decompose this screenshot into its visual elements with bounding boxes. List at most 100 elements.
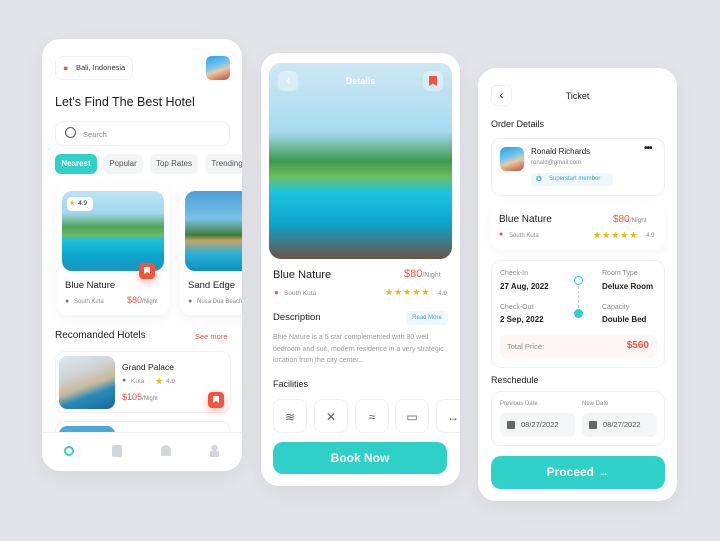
wifi-icon[interactable]: ≋ bbox=[273, 399, 307, 433]
bell-icon[interactable] bbox=[161, 445, 171, 456]
timeline-line bbox=[578, 286, 579, 308]
chip-popular[interactable]: Popular bbox=[103, 154, 143, 174]
bookmark-icon bbox=[429, 76, 437, 86]
total-price: $560 bbox=[626, 340, 649, 351]
star-icon: ★ bbox=[69, 200, 77, 207]
restaurant-icon[interactable]: ✕ bbox=[314, 399, 348, 433]
total-label: Total Price: bbox=[507, 342, 545, 351]
chip-trending[interactable]: Trending bbox=[205, 154, 242, 174]
arrow-right-icon: → bbox=[597, 465, 610, 479]
award-icon: ✪ bbox=[536, 176, 542, 183]
star-icon: ★ bbox=[155, 376, 165, 386]
home-screen: ● Bali, Indonesia Let's Find The Best Ho… bbox=[42, 39, 242, 471]
bookings-icon[interactable] bbox=[112, 445, 122, 457]
hotel-name: Sand Edge bbox=[188, 280, 236, 291]
pin-icon: ● bbox=[65, 298, 70, 305]
page-title: Let's Find The Best Hotel bbox=[55, 95, 195, 109]
room-type: Deluxe Room bbox=[602, 282, 654, 291]
explore-icon[interactable] bbox=[64, 446, 74, 456]
location-pin-icon: ● bbox=[63, 63, 69, 73]
order-details-title: Order Details bbox=[491, 119, 545, 129]
location-text: Bali, Indonesia bbox=[76, 63, 126, 72]
hotel-location: South Kuta bbox=[74, 299, 104, 305]
details-screen: ‹ Details Blue Nature $80/Night ● South … bbox=[261, 53, 460, 486]
pool-icon[interactable]: ≈ bbox=[355, 399, 389, 433]
user-card: Ronald Richards ronald@gmail.com ✪ Super… bbox=[491, 138, 665, 196]
reschedule-title: Reschedule bbox=[491, 375, 539, 385]
gym-icon[interactable]: ↔ bbox=[436, 399, 460, 433]
hotel-price: $105/Night bbox=[122, 392, 158, 402]
see-more-link[interactable]: See more bbox=[195, 332, 228, 341]
new-date-input[interactable]: 08/27/2022 bbox=[582, 413, 657, 437]
profile-icon[interactable] bbox=[210, 445, 219, 457]
air-conditioner-icon[interactable]: ▭ bbox=[395, 399, 429, 433]
book-now-button[interactable]: Book Now bbox=[273, 442, 447, 474]
hotel-price: $80/Night bbox=[613, 214, 647, 225]
member-badge: ✪ Superstart member bbox=[531, 173, 613, 186]
hero-image bbox=[269, 63, 452, 259]
hotel-image bbox=[59, 356, 115, 409]
bottom-nav bbox=[42, 432, 242, 471]
location-pill[interactable]: ● Bali, Indonesia bbox=[55, 56, 133, 80]
hotel-rating: 4.9 bbox=[438, 290, 448, 297]
previous-date-input[interactable]: 08/27/2022 bbox=[500, 413, 575, 437]
checkout-label: Check-Out bbox=[500, 304, 534, 311]
previous-date-label: Previous Date bbox=[500, 401, 538, 407]
hotel-location: South Kuta bbox=[509, 233, 539, 239]
hotel-rating: 4.9 bbox=[646, 233, 655, 239]
capacity-label: Capacity bbox=[602, 304, 630, 311]
hotel-rating: 4.9 bbox=[166, 378, 176, 385]
calendar-icon bbox=[589, 421, 597, 429]
avatar[interactable] bbox=[206, 56, 230, 80]
timeline-start-icon bbox=[574, 276, 583, 285]
pin-icon: ● bbox=[122, 377, 127, 384]
hotel-summary-card: Blue Nature $80/Night ● South Kuta ★★★★★… bbox=[491, 204, 665, 250]
hotel-location: Nusa Dua Beach bbox=[197, 299, 242, 305]
hotel-name: Blue Nature bbox=[499, 214, 552, 225]
search-icon bbox=[65, 127, 76, 138]
user-name: Ronald Richards bbox=[531, 147, 591, 156]
proceed-button[interactable]: Proceed → bbox=[491, 456, 665, 489]
booking-info-card: Check-In 27 Aug, 2022 Check-Out 2 Sep, 2… bbox=[491, 260, 665, 368]
chip-nearest[interactable]: Nearest bbox=[55, 154, 97, 174]
bookmark-button[interactable] bbox=[208, 392, 224, 408]
search-placeholder: Search bbox=[83, 130, 107, 139]
rating-badge: ★ 4.9 bbox=[67, 197, 93, 211]
bookmark-button[interactable] bbox=[423, 71, 443, 91]
search-input[interactable]: Search bbox=[55, 121, 230, 146]
hotel-price: $80/Night bbox=[404, 268, 441, 280]
bookmark-button[interactable] bbox=[139, 263, 155, 279]
ticket-header: Ticket bbox=[565, 91, 590, 101]
hotel-location: Kuta bbox=[131, 378, 145, 385]
checkout-date: 2 Sep, 2022 bbox=[500, 315, 544, 324]
hotel-name: Grand Palace bbox=[122, 362, 174, 372]
description-text: Blue Nature is a 5 star complemented wit… bbox=[273, 334, 444, 364]
pin-icon: ● bbox=[274, 288, 279, 297]
description-title: Description bbox=[273, 312, 321, 323]
more-options-icon[interactable]: ••• bbox=[644, 143, 652, 154]
new-date-label: New Date bbox=[582, 401, 609, 407]
hotel-image bbox=[185, 191, 242, 271]
rating-stars: ★★★★★ bbox=[385, 287, 431, 297]
pin-icon: ● bbox=[188, 298, 193, 305]
user-email: ronald@gmail.com bbox=[531, 160, 582, 166]
ticket-screen: ‹ Ticket Order Details Ronald Richards r… bbox=[478, 68, 677, 501]
timeline-end-icon bbox=[574, 309, 583, 318]
checkin-date: 27 Aug, 2022 bbox=[500, 282, 549, 291]
chip-top-rates[interactable]: Top Rates bbox=[150, 154, 198, 174]
hotel-location: South Kuta bbox=[284, 290, 317, 297]
checkin-label: Check-In bbox=[500, 270, 529, 277]
section-title: Recomanded Hotels bbox=[55, 330, 146, 341]
total-price-row: Total Price: $560 bbox=[500, 335, 657, 358]
recommended-item[interactable]: Grand Palace ● Kuta ★ 4.9 $105/Night bbox=[55, 351, 231, 413]
hotel-price: $80/Night bbox=[127, 295, 158, 305]
user-avatar bbox=[500, 147, 524, 171]
read-more-button[interactable]: Read More bbox=[406, 311, 448, 325]
calendar-icon bbox=[507, 421, 515, 429]
reschedule-card: Previous Date 08/27/2022 New Date 08/27/… bbox=[491, 391, 665, 446]
pin-icon: ● bbox=[499, 231, 504, 238]
rating-stars: ★★★★★ bbox=[593, 230, 639, 240]
hotel-name: Blue Nature bbox=[273, 269, 332, 281]
featured-card-blue-nature[interactable]: ★ 4.9 Blue Nature ● South Kuta $80/Night bbox=[57, 185, 169, 315]
featured-card-sand-edge[interactable]: Sand Edge ● Nusa Dua Beach bbox=[180, 185, 242, 315]
